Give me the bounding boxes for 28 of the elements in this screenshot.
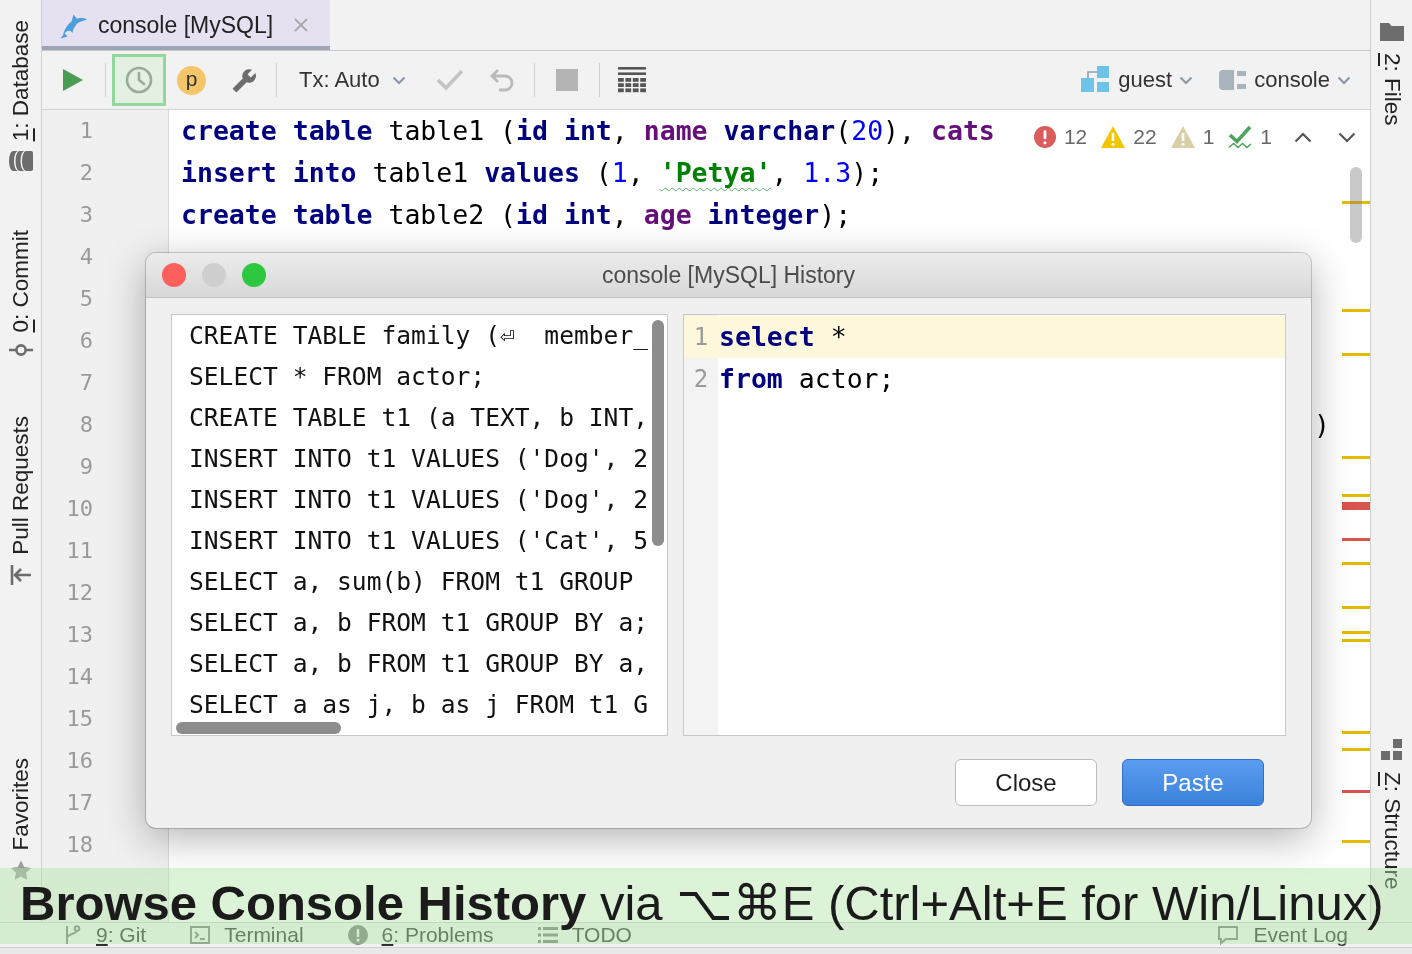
tip-text: Browse Console History via ⌥⌘E (Ctrl+Alt+E for Win/Linux) (20, 878, 1384, 928)
line-number: 9 (78, 453, 94, 481)
code-line: ) (1314, 408, 1330, 442)
code-line: select * (718, 320, 847, 354)
line-number: 17 (65, 789, 94, 817)
line-number: 4 (78, 243, 94, 271)
line-number: 1 (692, 323, 710, 351)
code-line: from actor; (718, 362, 895, 396)
line-number: 12 (65, 579, 94, 607)
line-number: 18 (65, 831, 94, 859)
line-number: 15 (65, 705, 94, 733)
line-number: 7 (78, 369, 94, 397)
line-number: 6 (78, 327, 94, 355)
dialog-title: console [MySQL] History (601, 261, 856, 289)
line-number: 16 (65, 747, 94, 775)
line-number: 8 (78, 411, 94, 439)
line-number: 2 (692, 365, 710, 393)
line-number: 1 (78, 117, 94, 145)
line-number: 3 (78, 201, 94, 229)
line-number: 5 (78, 285, 94, 313)
code-line: create table table2 (id int, age integer); (181, 198, 852, 232)
code-line: insert into table1 values (1, 'Petya', 1.3); (181, 156, 884, 190)
line-number: 11 (65, 537, 94, 565)
line-number: 2 (78, 159, 94, 187)
code-line: create table table1 (id int, name varchar(20), cats (181, 114, 995, 148)
line-number: 14 (65, 663, 94, 691)
line-number: 10 (65, 495, 94, 523)
line-number: 13 (65, 621, 94, 649)
